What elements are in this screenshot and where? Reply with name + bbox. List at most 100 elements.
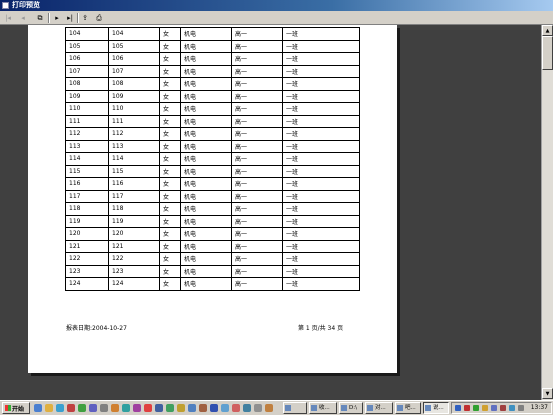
toolbar-separator [77,13,79,23]
quicklaunch-icon[interactable] [265,404,273,412]
taskbar-task[interactable]: 收... [309,402,337,414]
table-cell: 119 [65,214,109,228]
table-cell: 116 [65,177,109,191]
next-page-icon[interactable]: ▸ [52,13,62,23]
quicklaunch-icon[interactable] [166,404,174,412]
scroll-down-icon[interactable]: ▼ [542,388,553,399]
table-cell: 107 [108,64,160,78]
tray-icon[interactable] [509,405,515,411]
copy-icon[interactable]: ⧉ [35,13,45,23]
table-cell: 119 [108,214,160,228]
table-cell: 女 [159,189,181,203]
table-cell: 一班 [282,264,360,278]
quicklaunch-icon[interactable] [243,404,251,412]
quicklaunch-icon[interactable] [155,404,163,412]
quicklaunch-icon[interactable] [188,404,196,412]
quicklaunch-icon[interactable] [254,404,262,412]
windows-flag-icon [5,405,11,411]
table-cell: 机电 [180,64,232,78]
table-cell: 机电 [180,89,232,103]
table-cell: 一班 [282,39,360,53]
scroll-thumb[interactable] [542,36,553,70]
speaker-icon[interactable] [518,405,524,411]
taskbar-task-active[interactable]: 说... [423,402,449,414]
tray-icon[interactable] [482,405,488,411]
quicklaunch-icon[interactable] [78,404,86,412]
table-cell: 一班 [282,139,360,153]
tray-icon[interactable] [473,405,479,411]
taskbar-task[interactable] [283,402,307,414]
table-cell: 一班 [282,214,360,228]
table-cell: 124 [108,277,160,291]
table-row: 108 108 女机电 高一 一班 [65,77,360,91]
vertical-scrollbar[interactable]: ▲ ▼ [541,25,553,400]
table-cell: 女 [159,202,181,216]
first-page-icon[interactable]: |◂ [3,13,13,23]
tray-icon[interactable] [491,405,497,411]
export-icon[interactable]: ⇪ [80,13,90,23]
table-cell: 机电 [180,77,232,91]
clock: 13:37 [530,404,548,411]
table-cell: 机电 [180,214,232,228]
table-row: 111 111 女机电 高一 一班 [65,114,360,128]
table-cell: 一班 [282,252,360,266]
report-date: 报表日期:2004-10-27 [66,325,127,332]
table-row: 109 109 女机电 高一 一班 [65,89,360,103]
table-cell: 高一 [231,214,283,228]
table-cell: 机电 [180,102,232,116]
start-button[interactable]: 开始 [2,402,30,414]
quicklaunch-icon[interactable] [34,404,42,412]
tray-icon[interactable] [500,405,506,411]
table-cell: 一班 [282,114,360,128]
table-cell: 120 [108,227,160,241]
table-cell: 机电 [180,152,232,166]
print-icon[interactable]: ⎙ [94,13,104,23]
table-cell: 一班 [282,52,360,66]
table-row: 115 115 女机电 高一 一班 [65,164,360,178]
quicklaunch-icon[interactable] [89,404,97,412]
quicklaunch-icon[interactable] [210,404,218,412]
quicklaunch-icon[interactable] [100,404,108,412]
quicklaunch-icon[interactable] [45,404,53,412]
table-cell: 113 [108,139,160,153]
table-cell: 107 [65,64,109,78]
table-cell: 机电 [180,264,232,278]
quicklaunch-icon[interactable] [67,404,75,412]
system-tray: 13:37 [451,402,552,414]
table-cell: 高一 [231,189,283,203]
quicklaunch-icon[interactable] [111,404,119,412]
quicklaunch-icon[interactable] [199,404,207,412]
table-cell: 一班 [282,77,360,91]
table-cell: 一班 [282,64,360,78]
table-row: 112 112 女机电 高一 一班 [65,127,360,141]
table-row: 105 105 女机电 高一 一班 [65,39,360,53]
quicklaunch-icon[interactable] [56,404,64,412]
taskbar-task[interactable]: D:\ [339,402,363,414]
table-cell: 机电 [180,189,232,203]
table-cell: 122 [65,252,109,266]
table-cell: 116 [108,177,160,191]
table-cell: 高一 [231,177,283,191]
prev-page-icon[interactable]: ◂ [18,13,28,23]
scroll-up-icon[interactable]: ▲ [542,25,553,36]
table-row: 113 113 女机电 高一 一班 [65,139,360,153]
quicklaunch-icon[interactable] [232,404,240,412]
quicklaunch-icon[interactable] [122,404,130,412]
table-cell: 机电 [180,39,232,53]
table-cell: 117 [65,189,109,203]
table-cell: 123 [108,264,160,278]
table-cell: 高一 [231,114,283,128]
quicklaunch-icon[interactable] [221,404,229,412]
quicklaunch-icon[interactable] [133,404,141,412]
last-page-icon[interactable]: ▸| [65,13,75,23]
quicklaunch-icon[interactable] [144,404,152,412]
table-cell: 120 [65,227,109,241]
table-cell: 一班 [282,152,360,166]
quicklaunch-icon[interactable] [177,404,185,412]
start-label: 开始 [12,405,25,413]
taskbar-task[interactable]: 吧... [395,402,421,414]
taskbar-task[interactable]: 对... [365,402,393,414]
table-cell: 女 [159,64,181,78]
tray-icon[interactable] [464,405,470,411]
tray-icon[interactable] [455,405,461,411]
